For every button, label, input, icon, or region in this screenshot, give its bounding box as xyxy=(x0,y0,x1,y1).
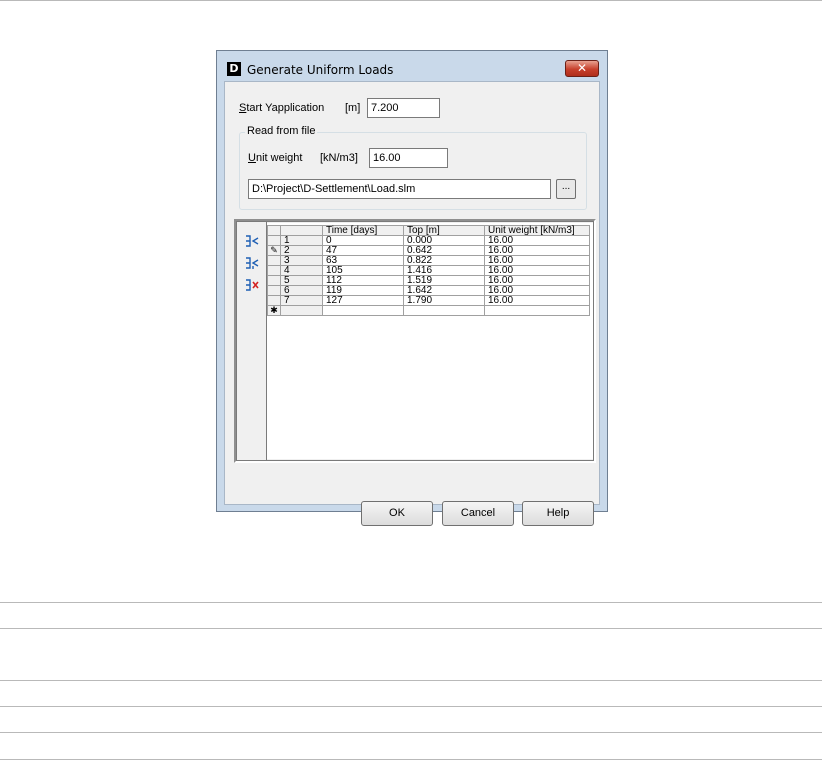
row-indicator xyxy=(267,295,281,306)
insert-row-icon[interactable] xyxy=(245,234,259,248)
start-y-label-text: tart Yapplication xyxy=(246,102,325,114)
loads-grid: Time [days] Top [m] Unit weight [kN/m3] … xyxy=(236,221,594,461)
cell-time[interactable] xyxy=(322,305,404,316)
cell-unit-weight[interactable]: 16.00 xyxy=(484,245,590,256)
cell-top[interactable]: 1.519 xyxy=(403,275,485,286)
cell-unit-weight[interactable]: 16.00 xyxy=(484,285,590,296)
close-button[interactable]: ✕ xyxy=(565,60,599,77)
bottom-rule-1 xyxy=(0,602,822,603)
cell-time[interactable]: 112 xyxy=(322,275,404,286)
cell-time[interactable]: 105 xyxy=(322,265,404,276)
read-from-file-legend: Read from file xyxy=(245,125,318,137)
header-time[interactable]: Time [days] xyxy=(322,225,404,236)
row-number[interactable]: 2 xyxy=(280,245,323,256)
title-bar[interactable]: D Generate Uniform Loads ✕ xyxy=(217,51,607,81)
start-y-unit: [m] xyxy=(345,102,361,114)
header-unit-weight[interactable]: Unit weight [kN/m3] xyxy=(484,225,590,236)
delete-row-icon[interactable] xyxy=(245,278,259,292)
table-row[interactable]: 1 0 0.000 16.00 xyxy=(267,235,590,246)
dialog-client-area: Start Yapplication [m] 7.200 Read from f… xyxy=(224,81,600,526)
cell-time[interactable]: 47 xyxy=(322,245,404,256)
window-title: Generate Uniform Loads xyxy=(247,63,394,77)
ok-button[interactable]: OK xyxy=(361,501,433,526)
header-rownum-cell xyxy=(280,225,323,236)
row-indicator xyxy=(267,235,281,246)
unit-weight-unit: [kN/m3] xyxy=(320,152,358,164)
table-row[interactable]: 3 63 0.822 16.00 xyxy=(267,255,590,266)
bottom-rule-6 xyxy=(0,759,822,760)
cell-top[interactable]: 0.000 xyxy=(403,235,485,246)
start-y-label: Start Yapplication xyxy=(239,102,324,114)
cell-unit-weight[interactable] xyxy=(484,305,590,316)
edit-pencil-icon: ✎ xyxy=(267,245,281,256)
row-indicator xyxy=(267,285,281,296)
cell-top[interactable] xyxy=(403,305,485,316)
unit-weight-input[interactable]: 16.00 xyxy=(369,148,448,168)
row-number[interactable]: 6 xyxy=(280,285,323,296)
file-path-input[interactable]: D:\Project\D-Settlement\Load.slm xyxy=(248,179,551,199)
row-number[interactable] xyxy=(280,305,323,316)
table-row[interactable]: ✎ 2 47 0.642 16.00 xyxy=(267,245,590,256)
cell-unit-weight[interactable]: 16.00 xyxy=(484,235,590,246)
unit-weight-label-mnemonic: U xyxy=(248,152,256,164)
bottom-rule-3 xyxy=(0,680,822,681)
table-header-row: Time [days] Top [m] Unit weight [kN/m3] xyxy=(267,225,590,236)
add-row-icon[interactable] xyxy=(245,256,259,270)
top-rule xyxy=(0,0,822,1)
row-number[interactable]: 1 xyxy=(280,235,323,246)
start-y-input[interactable]: 7.200 xyxy=(367,98,440,118)
loads-grid-panel: Time [days] Top [m] Unit weight [kN/m3] … xyxy=(234,219,596,463)
row-indicator xyxy=(267,255,281,266)
cell-top[interactable]: 1.790 xyxy=(403,295,485,306)
cell-time[interactable]: 127 xyxy=(322,295,404,306)
cell-time[interactable]: 119 xyxy=(322,285,404,296)
row-indicator xyxy=(267,265,281,276)
row-number[interactable]: 5 xyxy=(280,275,323,286)
cell-top[interactable]: 1.416 xyxy=(403,265,485,276)
row-number[interactable]: 3 xyxy=(280,255,323,266)
table-row[interactable]: 5 112 1.519 16.00 xyxy=(267,275,590,286)
table-row[interactable]: 6 119 1.642 16.00 xyxy=(267,285,590,296)
unit-weight-label-text: nit weight xyxy=(255,152,303,164)
row-number[interactable]: 7 xyxy=(280,295,323,306)
new-row-asterisk-icon: ✱ xyxy=(267,305,281,316)
cell-time[interactable]: 63 xyxy=(322,255,404,266)
header-top[interactable]: Top [m] xyxy=(403,225,485,236)
browse-button[interactable]: ... xyxy=(556,179,576,199)
cell-top[interactable]: 1.642 xyxy=(403,285,485,296)
cell-unit-weight[interactable]: 16.00 xyxy=(484,295,590,306)
table-row[interactable]: 7 127 1.790 16.00 xyxy=(267,295,590,306)
cell-unit-weight[interactable]: 16.00 xyxy=(484,255,590,266)
table-row[interactable]: 4 105 1.416 16.00 xyxy=(267,265,590,276)
unit-weight-label: Unit weight xyxy=(248,152,302,164)
grid-data-area[interactable]: Time [days] Top [m] Unit weight [kN/m3] … xyxy=(267,223,593,459)
cell-unit-weight[interactable]: 16.00 xyxy=(484,265,590,276)
cell-top[interactable]: 0.822 xyxy=(403,255,485,266)
bottom-rule-4 xyxy=(0,706,822,707)
table-new-row[interactable]: ✱ xyxy=(267,305,590,316)
help-button[interactable]: Help xyxy=(522,501,594,526)
bottom-rule-2 xyxy=(0,628,822,629)
app-d-icon: D xyxy=(227,62,241,76)
cancel-button[interactable]: Cancel xyxy=(442,501,514,526)
header-indicator-cell xyxy=(267,225,281,236)
loads-table: Time [days] Top [m] Unit weight [kN/m3] … xyxy=(267,225,590,316)
generate-uniform-loads-dialog: D Generate Uniform Loads ✕ Start Yapplic… xyxy=(216,50,608,526)
cell-top[interactable]: 0.642 xyxy=(403,245,485,256)
cell-unit-weight[interactable]: 16.00 xyxy=(484,275,590,286)
row-number[interactable]: 4 xyxy=(280,265,323,276)
row-indicator xyxy=(267,275,281,286)
bottom-rule-5 xyxy=(0,732,822,733)
cell-time[interactable]: 0 xyxy=(322,235,404,246)
